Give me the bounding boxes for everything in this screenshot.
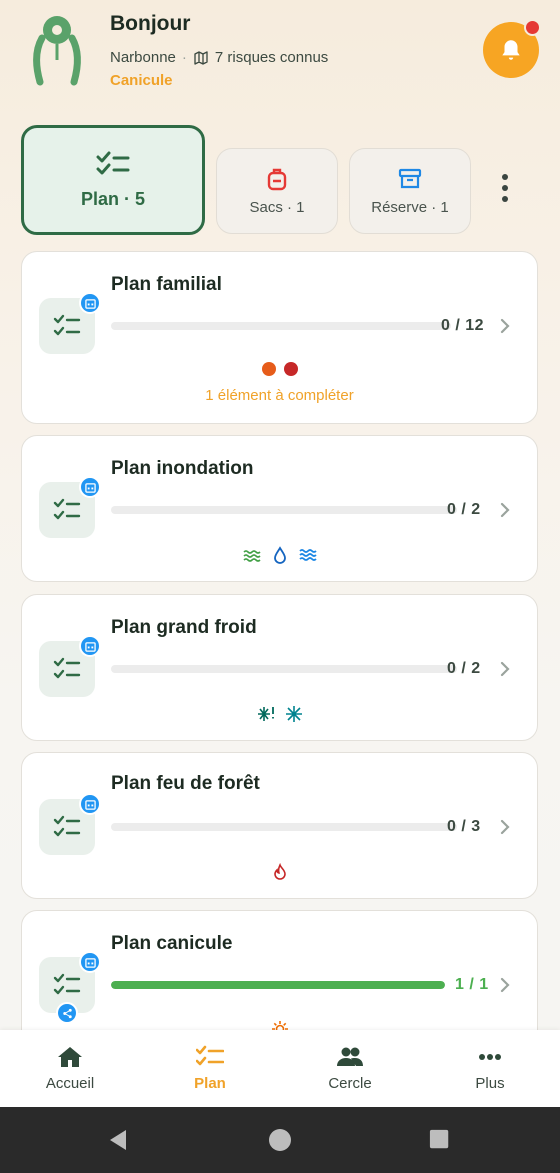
orange-dot-icon: [261, 362, 276, 376]
snowflake-icon: [285, 706, 302, 722]
checklist-icon: [196, 1045, 224, 1066]
nav-label: Cercle: [328, 1075, 372, 1092]
archive-box-icon: [398, 168, 422, 188]
risk-icons: [22, 362, 537, 376]
risk-icons: [22, 705, 537, 723]
fire-icon: [273, 863, 286, 880]
city-label: Narbonne: [110, 49, 176, 66]
flood-icon: [298, 549, 317, 561]
progress-fill: [111, 981, 445, 989]
plan-thumbnail: [39, 292, 101, 354]
calendar-badge-icon: [79, 951, 101, 973]
checklist-icon: [53, 973, 81, 995]
progress-count: 0 / 2: [447, 660, 481, 677]
tab-plan-label: Plan · 5: [80, 188, 146, 209]
system-navigation-bar: [0, 1107, 560, 1173]
more-options-button[interactable]: [494, 170, 516, 206]
chevron-right-icon: [500, 977, 510, 993]
more-vert-icon-dot: [502, 185, 508, 191]
checklist-icon: [53, 498, 81, 520]
chevron-right-icon: [500, 819, 510, 835]
waves-icon: [242, 550, 261, 562]
risks-count: 7 risques connus: [214, 49, 329, 66]
checklist-icon: [53, 314, 81, 336]
backpack-icon: [267, 168, 287, 190]
group-icon: [337, 1047, 363, 1066]
home-icon: [58, 1047, 82, 1067]
plan-title: Plan canicule: [111, 933, 233, 954]
progress-count: 0 / 12: [441, 317, 485, 334]
plan-title: Plan familial: [111, 274, 222, 295]
notification-badge: [524, 19, 541, 36]
map-icon: [194, 50, 208, 65]
snowflake-alert-icon: [257, 707, 274, 721]
active-risk-label[interactable]: Canicule: [110, 72, 173, 89]
back-icon[interactable]: [106, 1128, 130, 1152]
progress-bar: [111, 322, 451, 330]
recents-icon[interactable]: [429, 1129, 451, 1151]
more-horiz-icon: [479, 1054, 501, 1060]
progress-count: 1 / 1: [455, 976, 489, 993]
calendar-badge-icon: [79, 635, 101, 657]
water-drop-icon: [273, 546, 286, 564]
plan-thumbnail: [39, 476, 101, 538]
nav-label: Accueil: [45, 1075, 95, 1092]
app-logo: [33, 16, 81, 86]
plan-card-feu-de-foret[interactable]: Plan feu de forêt 0 / 3: [21, 752, 538, 899]
plan-card-familial[interactable]: Plan familial 0 / 12 1 élément à complét…: [21, 251, 538, 424]
risk-icons: [22, 863, 537, 881]
progress-bar: [111, 981, 445, 989]
red-dot-icon: [283, 362, 298, 376]
plan-thumbnail: [39, 793, 101, 855]
plan-thumbnail: [39, 635, 101, 697]
calendar-badge-icon: [79, 476, 101, 498]
risk-icons: [22, 546, 537, 564]
checklist-icon: [53, 657, 81, 679]
chevron-right-icon: [500, 502, 510, 518]
tab-sacs-label: Sacs · 1: [249, 198, 305, 216]
nav-accueil[interactable]: Accueil: [0, 1030, 140, 1107]
checklist-icon: [96, 151, 130, 174]
tab-reserve-label: Réserve · 1: [371, 198, 449, 216]
nav-label: Plus: [475, 1075, 505, 1092]
todo-note: 1 élément à compléter: [205, 387, 354, 404]
plan-title: Plan grand froid: [111, 617, 257, 638]
progress-count: 0 / 3: [447, 818, 481, 835]
calendar-badge-icon: [79, 292, 101, 314]
notification-button[interactable]: [483, 19, 541, 78]
home-circle-icon[interactable]: [268, 1128, 292, 1152]
plan-title: Plan inondation: [111, 458, 254, 479]
nav-plan[interactable]: Plan: [140, 1030, 280, 1107]
greeting: Bonjour: [110, 12, 191, 35]
progress-bar: [111, 506, 457, 514]
tab-sacs[interactable]: Sacs · 1: [216, 148, 338, 234]
plan-card-grand-froid[interactable]: Plan grand froid 0 / 2: [21, 594, 538, 741]
header: Bonjour Narbonne · 7 risques connus Cani…: [0, 0, 560, 120]
plan-card-inondation[interactable]: Plan inondation 0 / 2: [21, 435, 538, 582]
tab-plan[interactable]: Plan · 5: [21, 125, 205, 235]
nav-label: Plan: [194, 1075, 226, 1092]
calendar-badge-icon: [79, 793, 101, 815]
separator: ·: [181, 49, 187, 66]
tab-reserve[interactable]: Réserve · 1: [349, 148, 471, 234]
nav-cercle[interactable]: Cercle: [280, 1030, 420, 1107]
chevron-right-icon: [500, 318, 510, 334]
progress-bar: [111, 823, 457, 831]
chevron-right-icon: [500, 661, 510, 677]
checklist-icon: [53, 815, 81, 837]
location-line[interactable]: Narbonne · 7 risques connus: [110, 49, 328, 66]
bottom-navigation: Accueil Plan Cercle Plus: [0, 1030, 560, 1107]
more-vert-icon-dot: [502, 196, 508, 202]
plan-thumbnail: [39, 951, 101, 1024]
progress-count: 0 / 2: [447, 501, 481, 518]
nav-plus[interactable]: Plus: [420, 1030, 560, 1107]
more-vert-icon-dot: [502, 174, 508, 180]
progress-bar: [111, 665, 457, 673]
bell-icon: [502, 40, 520, 60]
plan-title: Plan feu de forêt: [111, 773, 260, 794]
